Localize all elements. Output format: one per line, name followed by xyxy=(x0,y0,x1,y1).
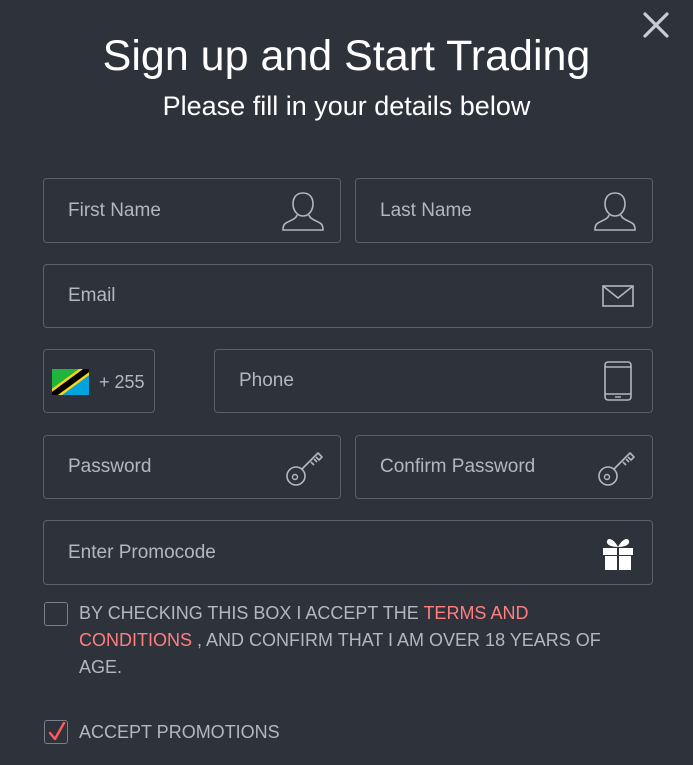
first-name-field-container xyxy=(43,178,341,243)
email-input[interactable] xyxy=(44,265,652,327)
terms-checkbox[interactable] xyxy=(44,602,68,626)
user-icon xyxy=(594,191,636,231)
email-field-container xyxy=(43,264,653,328)
user-icon xyxy=(282,191,324,231)
promocode-field-container xyxy=(43,520,653,585)
tanzania-flag-icon xyxy=(52,369,89,395)
terms-text-before: BY CHECKING THIS BOX I ACCEPT THE xyxy=(79,603,424,623)
mobile-phone-icon xyxy=(604,361,632,401)
envelope-icon xyxy=(602,285,634,307)
last-name-field-container xyxy=(355,178,653,243)
checkmark-icon xyxy=(48,722,66,741)
password-field-container xyxy=(43,435,341,499)
phone-input[interactable] xyxy=(215,350,652,412)
phone-field-container xyxy=(214,349,653,413)
promocode-input[interactable] xyxy=(44,521,652,584)
accept-promotions-label: ACCEPT PROMOTIONS xyxy=(79,722,280,742)
page-subtitle: Please fill in your details below xyxy=(162,91,531,121)
accept-promotions-checkbox[interactable] xyxy=(44,720,68,744)
key-icon xyxy=(286,452,323,486)
terms-text: BY CHECKING THIS BOX I ACCEPT THE TERMS … xyxy=(79,600,639,681)
confirm-password-field-container xyxy=(355,435,653,499)
gift-icon xyxy=(603,538,633,570)
key-icon xyxy=(598,452,635,486)
page-title: Sign up and Start Trading xyxy=(102,32,591,80)
dial-code: + 255 xyxy=(99,372,145,392)
country-code-selector[interactable]: + 255 xyxy=(43,349,155,413)
